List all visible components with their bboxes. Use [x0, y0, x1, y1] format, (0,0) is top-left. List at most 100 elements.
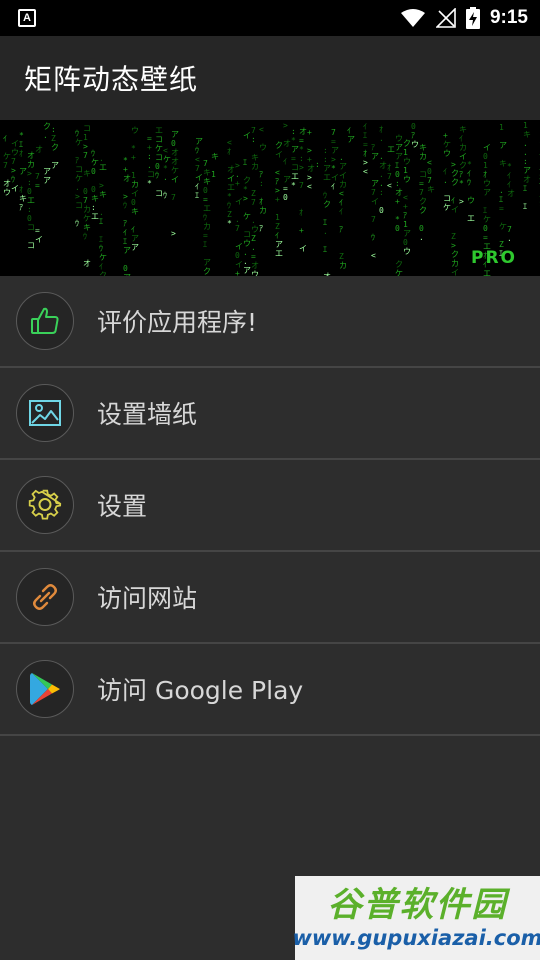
notification-icon: A	[18, 9, 36, 27]
matrix-glyph: =	[363, 140, 368, 149]
matrix-glyph: ク	[243, 176, 251, 185]
menu-item-rate-app[interactable]: 评价应用程序!	[0, 276, 540, 368]
matrix-glyph: <	[403, 193, 408, 202]
matrix-glyph: オ	[27, 151, 35, 160]
matrix-glyph: Z	[451, 232, 456, 241]
matrix-glyph: 7	[11, 157, 16, 166]
matrix-glyph: 1	[499, 123, 504, 132]
matrix-glyph: ク	[451, 178, 459, 187]
matrix-glyph: 7	[507, 225, 512, 234]
matrix-glyph: ｱ	[259, 224, 263, 233]
matrix-glyph: 1	[131, 171, 136, 180]
matrix-glyph: ｱ	[259, 170, 263, 179]
matrix-glyph: ケ	[83, 214, 91, 223]
matrix-glyph: ケ	[443, 203, 451, 212]
matrix-glyph: >	[307, 146, 312, 155]
matrix-glyph: 7	[235, 224, 240, 233]
matrix-glyph: ア	[371, 179, 379, 188]
matrix-glyph: ア	[171, 130, 179, 139]
matrix-glyph: ア	[195, 137, 203, 146]
matrix-glyph: 0	[419, 224, 424, 233]
matrix-glyph: *	[227, 219, 232, 228]
matrix-glyph: >	[123, 192, 128, 201]
menu-item-google-play[interactable]: 访问 Google Play	[0, 644, 540, 736]
matrix-glyph: 7	[171, 193, 176, 202]
matrix-glyph: +	[275, 195, 280, 204]
matrix-glyph: =	[299, 136, 304, 145]
matrix-glyph: ｵ	[19, 185, 23, 194]
no-signal-icon	[435, 8, 456, 28]
matrix-glyph: キ	[131, 207, 139, 216]
matrix-glyph: ア	[347, 135, 355, 144]
matrix-glyph: エ	[275, 249, 283, 258]
matrix-glyph: ｳ	[11, 175, 15, 184]
image-icon	[16, 384, 74, 442]
matrix-glyph: >	[83, 142, 88, 151]
menu-item-set-wallpaper[interactable]: 设置墙纸	[0, 368, 540, 460]
menu-item-settings[interactable]: 设置	[0, 460, 540, 552]
matrix-glyph: ク	[395, 260, 403, 269]
matrix-glyph: =	[147, 134, 152, 143]
matrix-glyph: ｱ	[75, 156, 79, 165]
menu-item-label: 访问 Google Play	[97, 676, 304, 705]
matrix-glyph: ｴ	[323, 218, 327, 227]
matrix-glyph: ケ	[163, 155, 171, 164]
matrix-glyph: コ	[75, 165, 83, 174]
matrix-glyph: +	[147, 143, 152, 152]
matrix-glyph: オ	[507, 189, 515, 198]
matrix-glyph: 7	[203, 159, 208, 168]
matrix-glyph: オ	[251, 261, 259, 270]
matrix-glyph: *	[459, 179, 464, 188]
matrix-glyph: 7	[299, 181, 304, 190]
matrix-glyph: +	[443, 131, 448, 140]
matrix-glyph: ク	[403, 139, 411, 148]
matrix-glyph: ア	[323, 164, 331, 173]
matrix-glyph: *	[299, 145, 304, 154]
matrix-glyph: ｵ	[259, 197, 263, 206]
matrix-glyph: ｳ	[323, 191, 327, 200]
matrix-glyph: .	[499, 186, 504, 195]
matrix-glyph: イ	[339, 171, 347, 180]
matrix-glyph: ｲ	[467, 169, 471, 178]
matrix-glyph: Z	[251, 234, 256, 243]
matrix-glyph: ク	[43, 122, 51, 131]
menu-item-visit-website[interactable]: 访问网站	[0, 552, 540, 644]
matrix-glyph: キ	[419, 143, 427, 152]
matrix-glyph: ア	[371, 152, 379, 161]
matrix-glyph: :	[291, 127, 296, 136]
matrix-glyph: ア	[339, 162, 347, 171]
matrix-glyph: イ	[483, 143, 491, 152]
gear-icon	[16, 476, 74, 534]
matrix-glyph: 7	[35, 172, 40, 181]
matrix-glyph: カ	[451, 259, 459, 268]
matrix-glyph: ア	[243, 266, 251, 275]
matrix-glyph: オ	[299, 127, 307, 136]
matrix-glyph: .	[43, 131, 48, 140]
matrix-glyph: オ	[3, 179, 11, 188]
matrix-glyph: オ	[523, 175, 531, 184]
matrix-glyph: .	[243, 248, 248, 257]
matrix-glyph: :	[395, 179, 400, 188]
matrix-glyph: カ	[339, 261, 347, 270]
matrix-glyph: >	[235, 161, 240, 170]
matrix-glyph: カ	[131, 180, 139, 189]
matrix-glyph: ク	[323, 200, 331, 209]
matrix-glyph: ク	[275, 141, 283, 150]
matrix-glyph: コ	[419, 170, 427, 179]
matrix-glyph: オ	[307, 164, 315, 173]
matrix-glyph: ｳ	[123, 201, 127, 210]
matrix-glyph: :	[51, 125, 56, 134]
matrix-glyph: +	[307, 128, 312, 137]
matrix-glyph: 1	[83, 133, 88, 142]
matrix-glyph: .	[523, 139, 528, 148]
matrix-glyph: =	[419, 179, 424, 188]
matrix-glyph: イ	[459, 152, 467, 161]
matrix-glyph: ア	[43, 176, 51, 185]
matrix-glyph: オ	[395, 188, 403, 197]
matrix-glyph: 0	[123, 264, 128, 273]
matrix-glyph: >	[331, 155, 336, 164]
matrix-glyph: ｲ	[283, 157, 287, 166]
matrix-glyph: ケ	[443, 140, 451, 149]
matrix-glyph: ク	[203, 267, 211, 276]
matrix-glyph: カ	[83, 205, 91, 214]
